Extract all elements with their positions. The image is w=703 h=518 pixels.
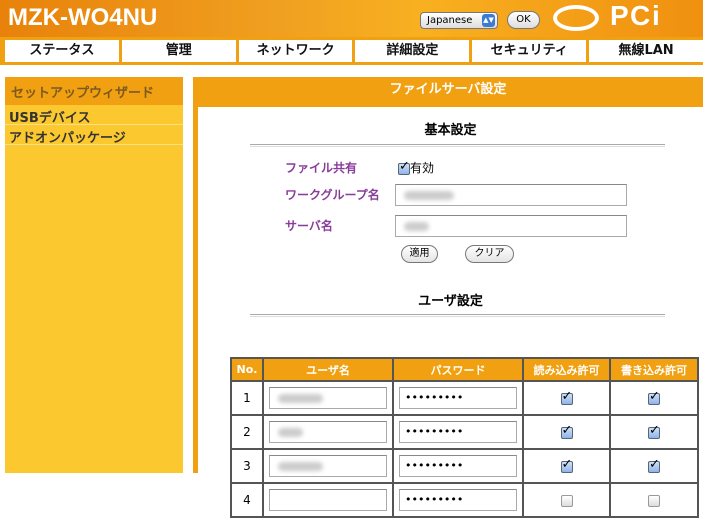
col-write: 書き込み許可 (609, 357, 699, 382)
main-nav: ステータス 管理 ネットワーク 詳細設定 セキュリティ 無線LAN (0, 37, 703, 65)
password-input[interactable]: ••••••••• (399, 421, 517, 443)
page-title: ファイルサーバ設定 (389, 82, 507, 97)
table-row: 1 ••••••••• (230, 380, 699, 416)
table-row: 2 ••••••••• (230, 414, 699, 450)
col-no: No. (230, 357, 264, 382)
read-permission-checkbox[interactable] (560, 457, 573, 473)
username-input[interactable] (269, 387, 387, 409)
workgroup-input[interactable] (395, 184, 627, 206)
ok-button[interactable]: OK (507, 11, 540, 29)
clear-button[interactable]: クリア (465, 245, 514, 263)
password-input[interactable]: ••••••••• (399, 489, 517, 511)
globe-logo-icon (553, 5, 599, 31)
nav-tab-network[interactable]: ネットワーク (238, 40, 353, 62)
nav-tab-wireless[interactable]: 無線LAN (589, 40, 703, 62)
col-read: 読み込み許可 (522, 357, 611, 382)
divider (250, 144, 665, 147)
write-permission-checkbox[interactable] (648, 423, 660, 439)
table-row: 4 ••••••••• (230, 482, 699, 518)
sidebar-item-usb-devices[interactable]: USBデバイス (5, 105, 183, 126)
device-title: MZK-WO4NU (8, 4, 158, 31)
row-number: 2 (230, 414, 264, 450)
sidebar-item-addon-packages[interactable]: アドオンパッケージ (5, 125, 183, 146)
read-permission-checkbox[interactable] (560, 423, 573, 439)
row-number: 4 (230, 482, 264, 518)
nav-tab-advanced[interactable]: 詳細設定 (355, 40, 470, 62)
col-username: ユーザ名 (262, 357, 394, 382)
password-input[interactable]: ••••••••• (399, 455, 517, 477)
nav-tab-status[interactable]: ステータス (5, 40, 119, 62)
password-input[interactable]: ••••••••• (399, 387, 517, 409)
header-banner: MZK-WO4NU Japanese ▲▼ OK PCi (0, 0, 703, 37)
table-row: 3 ••••••••• (230, 448, 699, 484)
apply-button[interactable]: 適用 (401, 245, 438, 263)
user-settings-heading: ユーザ設定 (418, 294, 483, 309)
read-permission-checkbox[interactable] (560, 494, 573, 507)
username-input[interactable] (269, 489, 387, 511)
row-number: 1 (230, 380, 264, 416)
main-panel: ファイルサーバ設定 基本設定 ファイル共有 有効 ワークグループ名 サーバ名 適… (193, 77, 703, 518)
col-password: パスワード (392, 357, 524, 382)
server-name-input[interactable] (395, 215, 627, 237)
file-share-checkbox[interactable] (398, 159, 410, 175)
language-select[interactable]: Japanese ▲▼ (420, 12, 498, 29)
nav-tab-management[interactable]: 管理 (121, 40, 236, 62)
username-input[interactable] (269, 421, 387, 443)
pci-logo: PCi (548, 0, 703, 37)
workgroup-label: ワークグループ名 (285, 188, 380, 202)
username-input[interactable] (269, 455, 387, 477)
file-share-label: ファイル共有 (285, 161, 358, 175)
write-permission-checkbox[interactable] (648, 389, 660, 405)
file-share-value: 有効 (410, 161, 435, 175)
sidebar: セットアップウィザード USBデバイス アドオンパッケージ (5, 77, 183, 473)
basic-settings-heading: 基本設定 (424, 123, 477, 138)
sidebar-setup-wizard[interactable]: セットアップウィザード (5, 77, 183, 105)
write-permission-checkbox[interactable] (648, 457, 660, 473)
user-table: No. ユーザ名 パスワード 読み込み許可 書き込み許可 1 •••••••••… (230, 357, 699, 518)
language-value: Japanese (427, 15, 473, 26)
read-permission-checkbox[interactable] (560, 389, 573, 405)
nav-tab-security[interactable]: セキュリティ (472, 40, 587, 62)
write-permission-checkbox[interactable] (648, 494, 660, 507)
divider (250, 314, 665, 317)
server-name-label: サーバ名 (285, 219, 333, 233)
select-arrows-icon: ▲▼ (482, 14, 495, 27)
row-number: 3 (230, 448, 264, 484)
